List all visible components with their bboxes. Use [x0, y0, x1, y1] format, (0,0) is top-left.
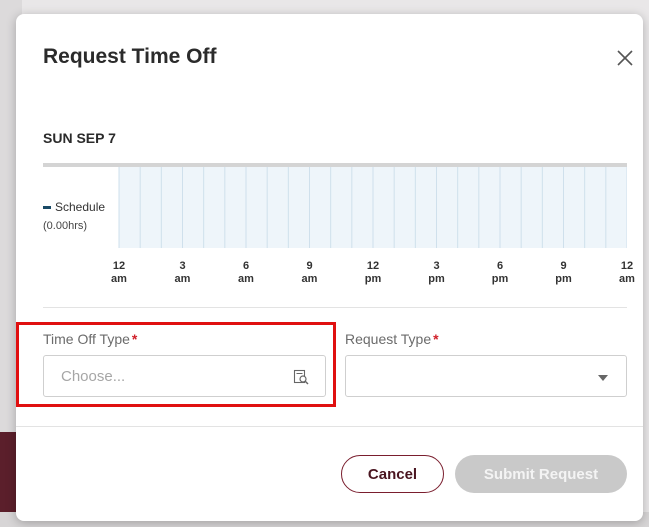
schedule-legend-marker	[43, 206, 51, 210]
timeline-tick-label: 6 am	[238, 260, 254, 285]
dialog-title: Request Time Off	[43, 45, 217, 68]
timeline-tick-label: 3 pm	[428, 260, 445, 285]
chevron-down-icon[interactable]	[598, 375, 608, 381]
request-type-label: Request Type *	[345, 331, 439, 347]
timeline-tick-label: 3 am	[174, 260, 191, 285]
timeline-tick-label: 12 am	[111, 260, 127, 285]
footer-divider	[16, 426, 643, 427]
section-divider	[43, 307, 627, 308]
timeline-tick-label: 12 pm	[364, 260, 382, 285]
submit-request-button[interactable]: Submit Request	[455, 455, 627, 493]
schedule-hours: (0.00hrs)	[43, 220, 88, 232]
schedule-timeline	[43, 163, 627, 248]
schedule-legend-label: Schedule	[55, 200, 106, 214]
timeline-tick-label: 9 am	[301, 260, 318, 285]
timeline-tick-label: 6 pm	[491, 260, 509, 285]
cancel-button[interactable]: Cancel	[341, 455, 444, 493]
timeline-tick-label: 12 am	[619, 260, 635, 285]
schedule-date: SUN SEP 7	[43, 130, 116, 146]
schedule-legend: Schedule (0.00hrs)	[43, 200, 123, 232]
request-type-select[interactable]	[345, 355, 627, 397]
time-off-type-input[interactable]: Choose...	[43, 355, 326, 397]
required-asterisk: *	[433, 331, 439, 347]
time-off-type-placeholder: Choose...	[61, 368, 126, 385]
request-time-off-dialog: Request Time Off SUN SEP 7 Schedule (0.0…	[16, 14, 643, 521]
time-off-type-label: Time Off Type *	[43, 331, 138, 347]
close-icon[interactable]	[614, 47, 636, 69]
required-asterisk: *	[131, 331, 138, 347]
timeline-tick-label: 9 pm	[555, 260, 572, 285]
lookup-icon[interactable]	[293, 369, 309, 385]
